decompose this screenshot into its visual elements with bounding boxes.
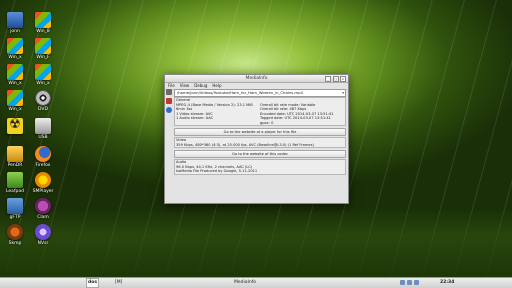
file-path-combo[interactable]: /home/jonn/Videos/Youtube/Ham_for_Ham_Wo… xyxy=(174,89,346,97)
windows-icon xyxy=(7,64,23,80)
desktop-icon-win-x[interactable]: Win_x xyxy=(4,38,26,60)
desktop-icon-radiation[interactable] xyxy=(4,117,26,135)
window-titlebar[interactable]: MediaInfo _ □ × xyxy=(165,75,348,83)
windows-icon xyxy=(35,38,51,54)
grass-field xyxy=(0,208,512,278)
desktop-icon-pendr[interactable]: PenDR xyxy=(4,146,26,168)
clamav-icon xyxy=(35,198,51,214)
windows-icon xyxy=(35,64,51,80)
window-title: MediaInfo xyxy=(245,76,268,81)
desktop-icon-jonn[interactable]: jonn xyxy=(4,12,26,34)
general-right-col: Overall bit rate mode: Variable Overall … xyxy=(260,103,344,126)
smplayer-icon xyxy=(35,172,51,188)
desktop-icon-win-8[interactable]: Win_8 xyxy=(32,12,54,34)
usb-drive-icon xyxy=(35,118,51,134)
general-line: gpac: 0 xyxy=(260,120,274,125)
clock: 22:34 xyxy=(440,280,455,285)
windows-icon xyxy=(7,90,23,106)
open-file-icon[interactable] xyxy=(166,89,172,95)
chevron-down-icon: ▾ xyxy=(342,91,344,95)
desktop-icon-win-x-4[interactable]: Win_x xyxy=(4,90,26,112)
desktop-icon-usb[interactable]: USB xyxy=(32,118,54,140)
desktop-icon-smplayer[interactable]: SMPlayer xyxy=(32,172,54,194)
audio-line: IsoMedia File Produced by Google, 5-11-2… xyxy=(176,169,258,173)
desktop-icon-win-f[interactable]: Win_F xyxy=(32,38,54,60)
general-left-col: MPEG-4 (Base Media / Version 2): 23.1 Mi… xyxy=(176,103,260,126)
taskbar-task-mediainfo[interactable]: MediaInfo xyxy=(234,278,256,288)
desktop-icon-win-x-2[interactable]: Win_x xyxy=(4,64,26,86)
mediainfo-window[interactable]: MediaInfo _ □ × File View Debug Help /ho… xyxy=(164,74,349,204)
folder-blue-icon xyxy=(7,12,23,28)
desktop-icon-skmp[interactable]: Skmp xyxy=(4,224,26,246)
taskbar: dos [M] MediaInfo 22:34 xyxy=(0,277,512,288)
player-website-button[interactable]: Go to the website of a player for this f… xyxy=(174,127,346,136)
video-section: Video 359 Kbps, 480*360 (4:3), at 25.000… xyxy=(174,137,346,148)
radiation-icon xyxy=(7,117,23,134)
info-content: /home/jonn/Videos/Youtube/Ham_for_Ham_Wo… xyxy=(174,89,346,175)
pendrive-icon xyxy=(7,146,23,162)
audio-section: Audio 96.0 Kbps, 44.1 KHz, 2 channels, A… xyxy=(174,159,346,175)
general-section: General MPEG-4 (Base Media / Version 2):… xyxy=(174,97,346,126)
volume-icon[interactable] xyxy=(407,280,412,285)
firefox-icon xyxy=(35,146,51,162)
network-icon[interactable] xyxy=(400,280,405,285)
general-line: 1 Audio stream: AAC xyxy=(176,116,214,120)
skmp-icon xyxy=(7,224,23,240)
desktop-icon-clam[interactable]: Clam xyxy=(32,198,54,220)
maximize-button[interactable]: □ xyxy=(332,76,339,82)
nvsr-icon xyxy=(35,224,51,240)
video-line: 359 Kbps, 480*360 (4:3), at 25.000 fps, … xyxy=(176,142,314,147)
battery-icon[interactable] xyxy=(414,280,419,285)
ftp-icon xyxy=(7,198,23,214)
codec-website-button[interactable]: Go to the website of this codec xyxy=(174,149,346,158)
file-path-value: /home/jonn/Videos/Youtube/Ham_for_Ham_Wo… xyxy=(177,90,303,95)
leafpad-icon xyxy=(7,172,23,188)
windows-icon xyxy=(35,12,51,28)
desktop-icon-nvsr[interactable]: NVsr xyxy=(32,224,54,246)
close-button[interactable]: × xyxy=(340,76,346,82)
desktop-icon-win-x-3[interactable]: Win_x xyxy=(32,64,54,86)
info-icon[interactable] xyxy=(166,107,172,113)
desktop-icon-gftp[interactable]: gFTP xyxy=(4,198,26,220)
dvd-disc-icon xyxy=(35,90,51,106)
workspace-indicator[interactable]: [M] xyxy=(115,278,122,288)
desktop-icon-leafpad[interactable]: Leafpad xyxy=(4,172,26,194)
minimize-button[interactable]: _ xyxy=(325,76,331,82)
open-folder-icon[interactable] xyxy=(166,98,172,104)
windows-icon xyxy=(7,38,23,54)
side-toolbar xyxy=(166,89,173,116)
system-tray xyxy=(400,280,419,285)
start-button[interactable]: dos xyxy=(86,278,99,288)
desktop-icon-firefox[interactable]: Firefox xyxy=(32,146,54,168)
desktop-icon-dvd[interactable]: DVD xyxy=(32,90,54,112)
